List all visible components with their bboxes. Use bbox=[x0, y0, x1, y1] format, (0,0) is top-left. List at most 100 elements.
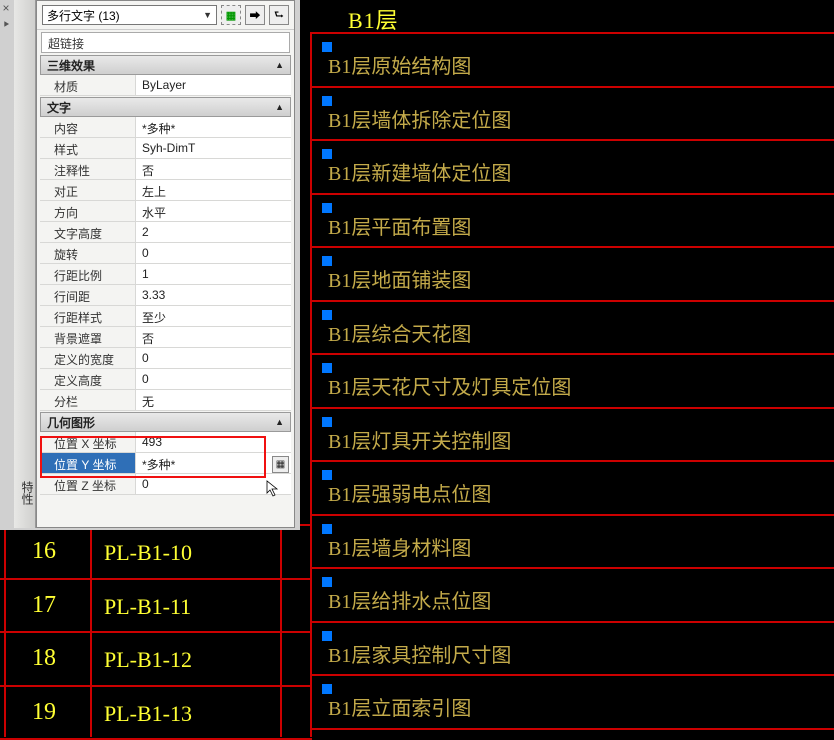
panel-close-icon[interactable]: × bbox=[0, 2, 12, 14]
drawing-title[interactable]: B1层地面铺装图 bbox=[328, 264, 471, 293]
property-value[interactable]: 493 bbox=[136, 432, 291, 452]
row-number: 18 bbox=[14, 645, 74, 672]
panel-collapse-icon[interactable]: ⯈ bbox=[0, 20, 12, 32]
property-value[interactable]: *多种*▦ bbox=[136, 453, 291, 473]
drawing-title[interactable]: B1层平面布置图 bbox=[328, 211, 471, 240]
property-label: 样式 bbox=[40, 138, 136, 158]
row-number: 17 bbox=[14, 592, 74, 619]
grip-handle-icon[interactable] bbox=[322, 524, 332, 534]
grid-hline bbox=[310, 86, 834, 88]
property-label: 内容 bbox=[40, 117, 136, 137]
property-value[interactable]: 至少 bbox=[136, 306, 291, 326]
panel-title-strip[interactable] bbox=[14, 0, 36, 528]
grid-hline bbox=[310, 32, 834, 34]
sheet-code: PL-B1-11 bbox=[104, 594, 191, 620]
property-row[interactable]: 材质ByLayer bbox=[40, 75, 291, 96]
section-header-3d[interactable]: 三维效果 ▲ bbox=[40, 55, 291, 75]
property-value[interactable]: 0 bbox=[136, 474, 291, 494]
drawing-title[interactable]: B1层天花尺寸及灯具定位图 bbox=[328, 371, 571, 400]
property-value[interactable]: 否 bbox=[136, 327, 291, 347]
drawing-header-title: B1层 bbox=[348, 3, 399, 35]
grid-hline bbox=[0, 578, 312, 580]
row-number: 16 bbox=[14, 538, 74, 565]
property-label: 行距比例 bbox=[40, 264, 136, 284]
select-similar-button[interactable]: ▦ bbox=[221, 5, 241, 25]
property-row[interactable]: 位置 X 坐标493 bbox=[40, 432, 291, 453]
property-value[interactable]: 无 bbox=[136, 390, 291, 410]
property-row[interactable]: 样式Syh-DimT bbox=[40, 138, 291, 159]
object-type-value: 多行文字 (13) bbox=[47, 7, 120, 24]
drawing-title[interactable]: B1层新建墙体定位图 bbox=[328, 157, 511, 186]
object-type-row: 多行文字 (13) ▼ ▦ ⮕ ⮑ bbox=[37, 1, 294, 30]
quick-select-button[interactable]: ⮕ bbox=[245, 5, 265, 25]
grip-handle-icon[interactable] bbox=[322, 149, 332, 159]
property-value[interactable]: *多种* bbox=[136, 117, 291, 137]
grip-handle-icon[interactable] bbox=[322, 577, 332, 587]
grip-handle-icon[interactable] bbox=[322, 363, 332, 373]
property-row[interactable]: 定义的宽度0 bbox=[40, 348, 291, 369]
properties-panel-wrap: × ⯈ 特性 多行文字 (13) ▼ ▦ ⮕ ⮑ 超链接 三维效果 ▲ 材质By… bbox=[0, 0, 300, 530]
property-row[interactable]: 定义高度0 bbox=[40, 369, 291, 390]
property-row[interactable]: 对正左上 bbox=[40, 180, 291, 201]
property-value[interactable]: 左上 bbox=[136, 180, 291, 200]
grid-hline bbox=[310, 353, 834, 355]
row-number: 19 bbox=[14, 699, 74, 726]
property-label: 位置 X 坐标 bbox=[40, 432, 136, 452]
calculator-icon[interactable]: ▦ bbox=[272, 456, 289, 473]
grip-handle-icon[interactable] bbox=[322, 631, 332, 641]
property-row[interactable]: 方向水平 bbox=[40, 201, 291, 222]
grip-handle-icon[interactable] bbox=[322, 470, 332, 480]
property-value[interactable]: 0 bbox=[136, 348, 291, 368]
drawing-title[interactable]: B1层综合天花图 bbox=[328, 318, 471, 347]
hyperlink-label: 超链接 bbox=[48, 37, 84, 51]
property-value[interactable]: ByLayer bbox=[136, 75, 291, 95]
section-header-geometry[interactable]: 几何图形 ▲ bbox=[40, 412, 291, 432]
property-row[interactable]: 旋转0 bbox=[40, 243, 291, 264]
toggle-pim-button[interactable]: ⮑ bbox=[269, 5, 289, 25]
property-label: 行距样式 bbox=[40, 306, 136, 326]
property-value[interactable]: 3.33 bbox=[136, 285, 291, 305]
grip-handle-icon[interactable] bbox=[322, 203, 332, 213]
section-title: 文字 bbox=[47, 99, 71, 116]
drawing-title[interactable]: B1层家具控制尺寸图 bbox=[328, 639, 511, 668]
property-row[interactable]: 分栏无 bbox=[40, 390, 291, 411]
grip-handle-icon[interactable] bbox=[322, 42, 332, 52]
grip-handle-icon[interactable] bbox=[322, 256, 332, 266]
section-header-text[interactable]: 文字 ▲ bbox=[40, 97, 291, 117]
grip-handle-icon[interactable] bbox=[322, 310, 332, 320]
hyperlink-field[interactable]: 超链接 bbox=[41, 32, 290, 53]
property-row[interactable]: 注释性否 bbox=[40, 159, 291, 180]
section-geometry: 几何图形 ▲ 位置 X 坐标493位置 Y 坐标*多种*▦位置 Z 坐标0 bbox=[40, 412, 291, 495]
grip-handle-icon[interactable] bbox=[322, 684, 332, 694]
property-value[interactable]: 2 bbox=[136, 222, 291, 242]
property-row[interactable]: 行间距3.33 bbox=[40, 285, 291, 306]
property-value[interactable]: 0 bbox=[136, 369, 291, 389]
property-value[interactable]: Syh-DimT bbox=[136, 138, 291, 158]
property-value[interactable]: 水平 bbox=[136, 201, 291, 221]
drawing-title[interactable]: B1层强弱电点位图 bbox=[328, 478, 491, 507]
drawing-title[interactable]: B1层灯具开关控制图 bbox=[328, 425, 511, 454]
property-label: 行间距 bbox=[40, 285, 136, 305]
property-row[interactable]: 文字高度2 bbox=[40, 222, 291, 243]
property-row[interactable]: 背景遮罩否 bbox=[40, 327, 291, 348]
drawing-title[interactable]: B1层墙体拆除定位图 bbox=[328, 104, 511, 133]
drawing-title[interactable]: B1层给排水点位图 bbox=[328, 585, 491, 614]
drawing-title[interactable]: B1层原始结构图 bbox=[328, 50, 471, 79]
property-row[interactable]: 位置 Y 坐标*多种*▦ bbox=[40, 453, 291, 474]
property-row[interactable]: 行距样式至少 bbox=[40, 306, 291, 327]
sheet-code: PL-B1-10 bbox=[104, 540, 192, 566]
grip-handle-icon[interactable] bbox=[322, 417, 332, 427]
sheet-code: PL-B1-13 bbox=[104, 701, 192, 727]
property-value[interactable]: 0 bbox=[136, 243, 291, 263]
panel-title-text: 特性 bbox=[14, 478, 36, 508]
property-value[interactable]: 否 bbox=[136, 159, 291, 179]
grip-handle-icon[interactable] bbox=[322, 96, 332, 106]
property-row[interactable]: 内容*多种* bbox=[40, 117, 291, 138]
property-row[interactable]: 位置 Z 坐标0 bbox=[40, 474, 291, 495]
grid-hline bbox=[310, 567, 834, 569]
property-value[interactable]: 1 bbox=[136, 264, 291, 284]
object-type-select[interactable]: 多行文字 (13) ▼ bbox=[42, 5, 217, 25]
drawing-title[interactable]: B1层立面索引图 bbox=[328, 692, 471, 721]
property-row[interactable]: 行距比例1 bbox=[40, 264, 291, 285]
drawing-title[interactable]: B1层墙身材料图 bbox=[328, 532, 471, 561]
